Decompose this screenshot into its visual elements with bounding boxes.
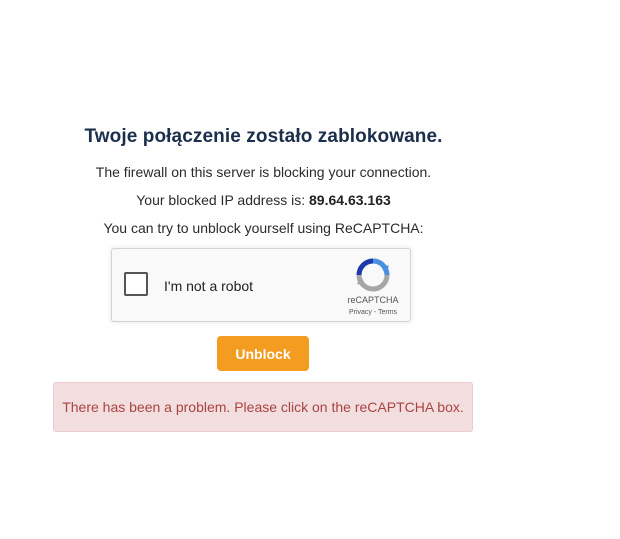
recaptcha-logo-icon [356,258,390,292]
firewall-block-page: Twoje połączenie zostało zablokowane. Th… [0,0,620,539]
recaptcha-label: I'm not a robot [164,278,254,294]
recaptcha-terms-link[interactable]: Terms [378,309,397,316]
blocked-ip-line: Your blocked IP address is: 89.64.63.163 [0,192,527,208]
recaptcha-checkbox[interactable] [124,272,148,296]
blocked-ip-address: 89.64.63.163 [309,192,391,208]
firewall-message: The firewall on this server is blocking … [95,164,432,180]
recaptcha-widget: I'm not a robot reCAPTCHA Privacy - Term… [111,248,411,322]
page-title: Twoje połączenie zostało zablokowane. [84,126,443,147]
blocked-ip-label: Your blocked IP address is: [136,192,310,208]
unblock-hint: You can try to unblock yourself using Re… [103,220,424,236]
recaptcha-links: Privacy - Terms [334,309,412,316]
unblock-button[interactable]: Unblock [217,336,309,371]
recaptcha-privacy-link[interactable]: Privacy [349,309,372,316]
error-alert: There has been a problem. Please click o… [53,382,473,432]
recaptcha-brand: reCAPTCHA [347,295,399,305]
